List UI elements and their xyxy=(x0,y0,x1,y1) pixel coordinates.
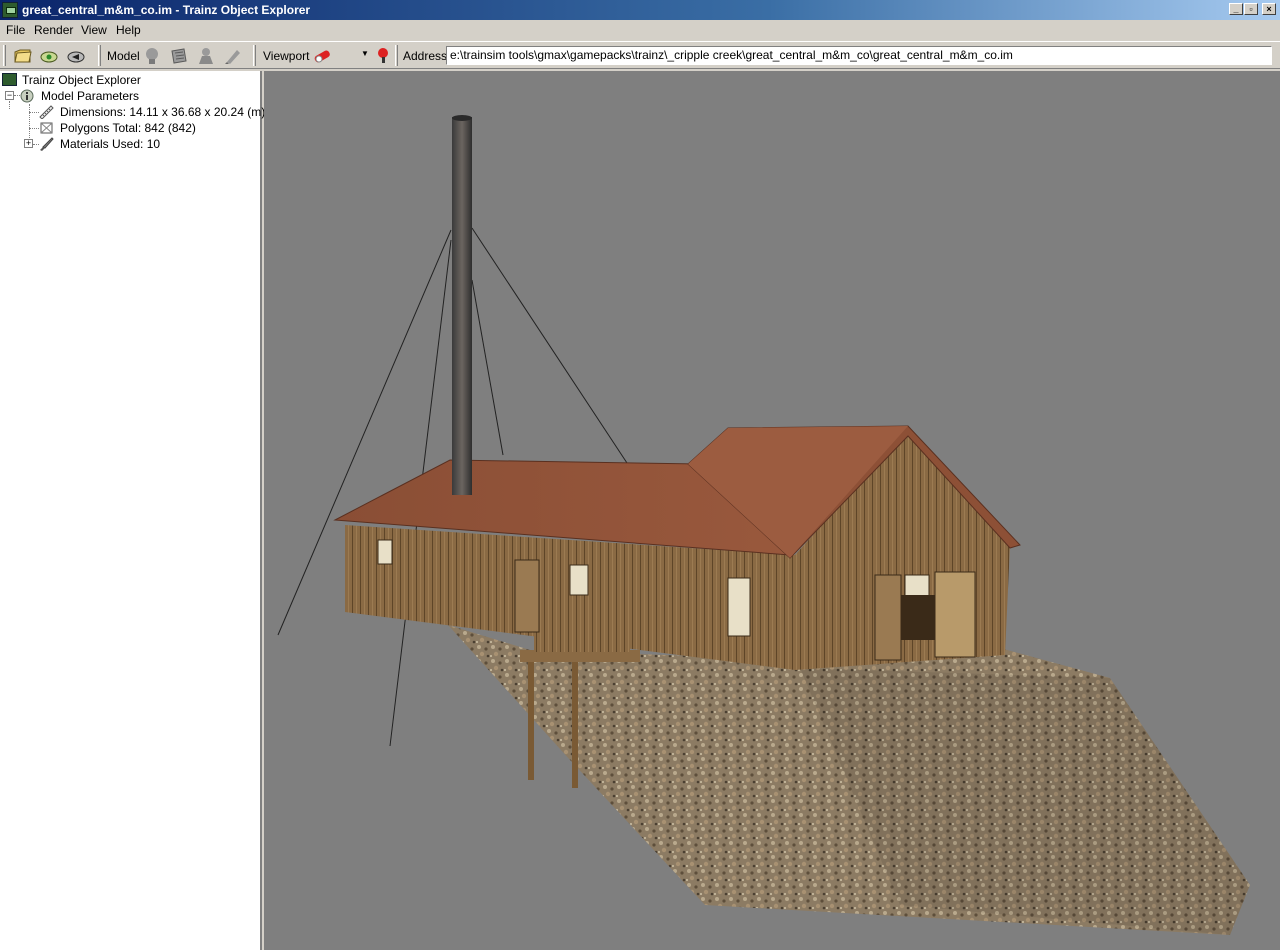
title-bar: great_central_m&m_co.im - Trainz Object … xyxy=(0,0,1280,20)
collapse-model-parameters[interactable]: − xyxy=(5,91,14,100)
export-icon[interactable] xyxy=(65,45,87,67)
light-icon[interactable] xyxy=(373,45,395,67)
polygon-icon xyxy=(40,122,53,134)
minimize-button[interactable]: _ xyxy=(1229,3,1243,15)
paintbrush-icon xyxy=(40,137,54,151)
open-folder-icon[interactable] xyxy=(12,45,34,67)
viewport-label: Viewport xyxy=(263,49,310,63)
polygons-label: Polygons Total: 842 (842) xyxy=(60,121,196,135)
app-icon xyxy=(2,2,18,18)
viewport-3d[interactable] xyxy=(264,71,1280,950)
toolbar-separator xyxy=(253,45,256,66)
light-bulb-icon[interactable] xyxy=(141,45,163,67)
menu-view[interactable]: View xyxy=(81,23,107,37)
model-parameters-label: Model Parameters xyxy=(41,89,140,103)
address-input[interactable]: e:\trainsim tools\gmax\gamepacks\trainz\… xyxy=(446,46,1272,65)
rendered-model xyxy=(277,115,1250,935)
toolbar-separator xyxy=(98,45,101,66)
menu-help[interactable]: Help xyxy=(116,23,141,37)
texture-icon[interactable] xyxy=(168,45,190,67)
menu-render[interactable]: Render xyxy=(34,23,73,37)
pencil-icon[interactable] xyxy=(222,45,244,67)
dimensions-label: Dimensions: 14.11 x 36.68 x 20.24 (m) xyxy=(60,105,266,119)
viewport-render-icon[interactable] xyxy=(311,45,333,67)
tree-root-label: Trainz Object Explorer xyxy=(22,73,141,87)
dropdown-arrow-icon[interactable]: ▼ xyxy=(361,49,369,58)
app-icon xyxy=(2,73,17,86)
object-tree: Trainz Object Explorer − Model Parameter… xyxy=(0,71,266,950)
toolbar-separator xyxy=(395,45,398,66)
menu-file[interactable]: File xyxy=(6,23,25,37)
model-label: Model xyxy=(107,49,140,63)
address-label: Address xyxy=(403,49,448,63)
toolbar-grip[interactable] xyxy=(3,45,6,66)
materials-label: Materials Used: 10 xyxy=(60,137,161,151)
expand-materials[interactable]: + xyxy=(24,139,33,148)
window-title: great_central_m&m_co.im - Trainz Object … xyxy=(22,3,311,17)
menu-bar: File Render View Help xyxy=(0,20,1280,39)
smokestack xyxy=(452,117,472,495)
restore-button[interactable]: ▫ xyxy=(1244,3,1258,15)
reload-icon[interactable] xyxy=(38,45,60,67)
toolbar: Model Viewport ▼ Address e:\trainsim too… xyxy=(0,41,1280,69)
close-button[interactable]: × xyxy=(1262,3,1276,15)
ruler-icon xyxy=(39,105,54,119)
model-icon[interactable] xyxy=(195,45,217,67)
info-icon xyxy=(20,89,34,103)
door xyxy=(874,574,902,661)
